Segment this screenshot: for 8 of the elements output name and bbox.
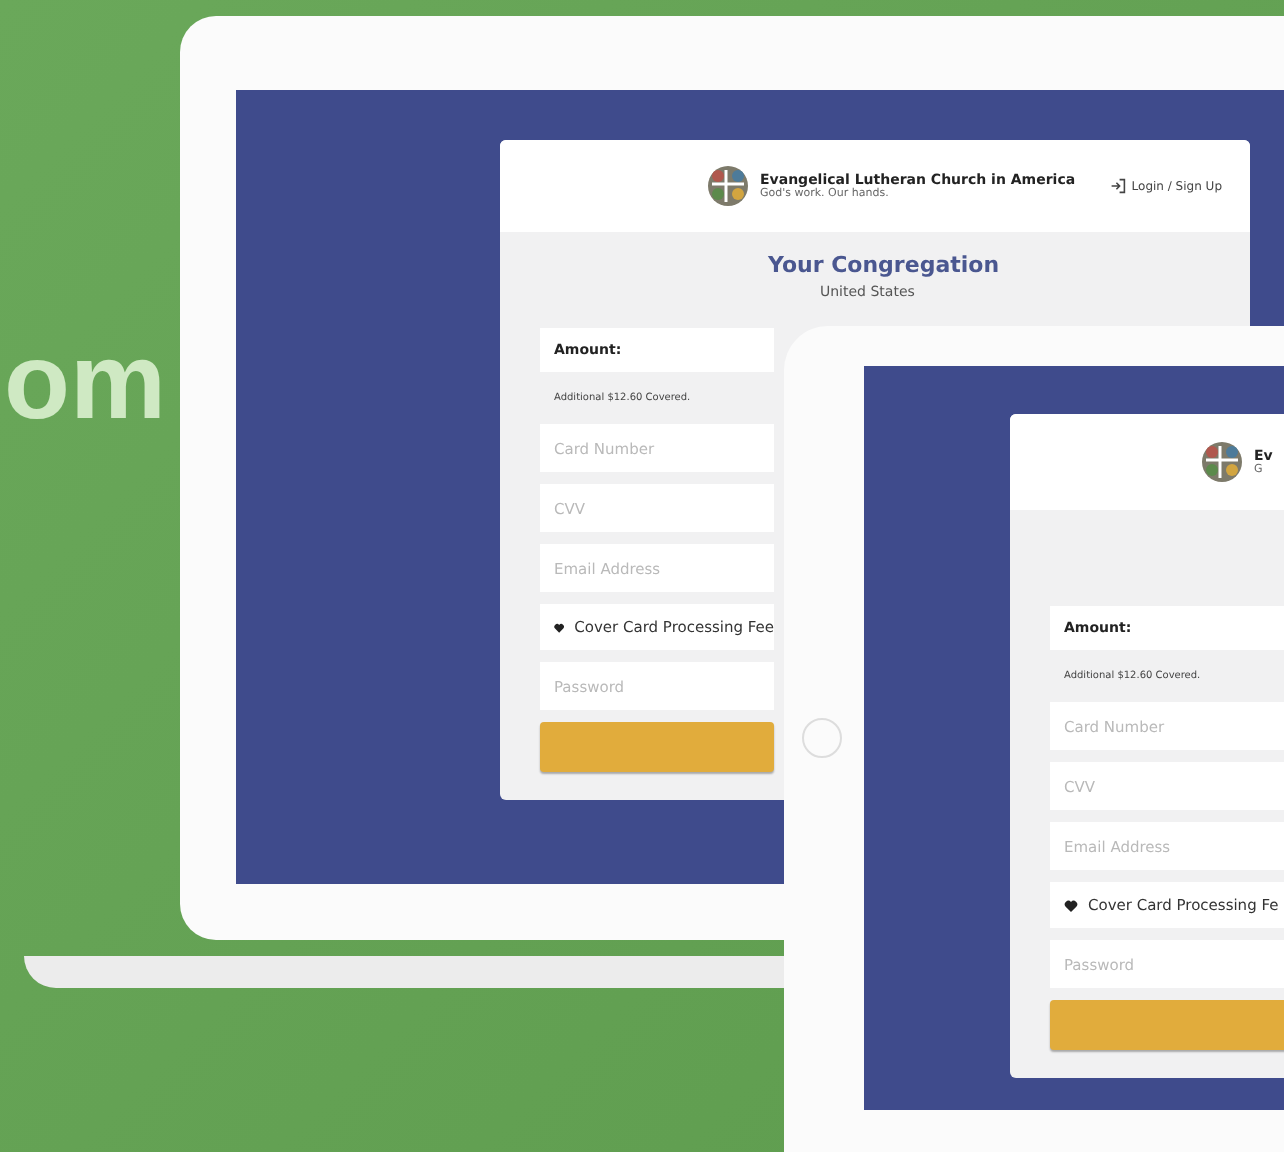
heart-icon <box>1064 899 1078 911</box>
congregation-title: Your Congregation <box>768 252 1000 278</box>
globe-logo-icon <box>708 166 748 206</box>
login-icon <box>1109 178 1126 194</box>
headline: om <box>4 320 166 444</box>
globe-logo-icon <box>1202 442 1242 482</box>
submit-button[interactable] <box>540 722 774 772</box>
heart-icon <box>554 621 565 633</box>
